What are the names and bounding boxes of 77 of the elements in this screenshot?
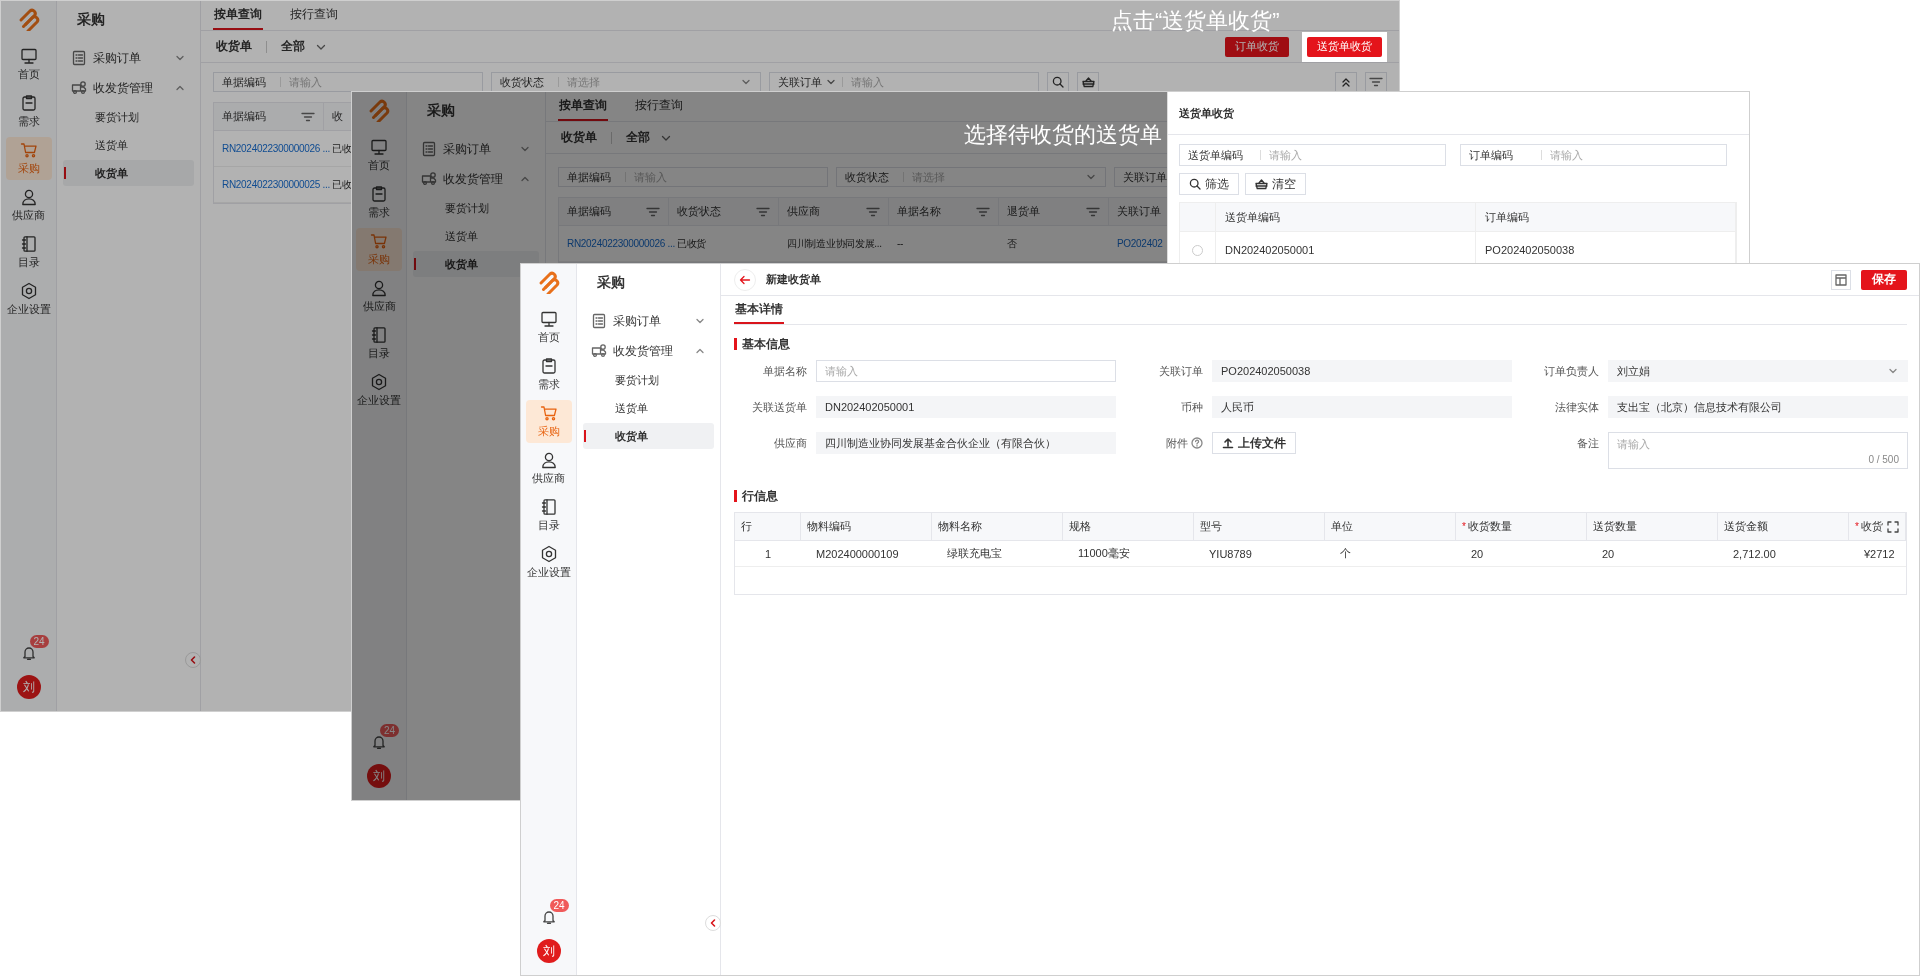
readonly-field: 人民币 [1212,396,1512,418]
hint-caption: 选择待收货的送货单 [964,122,1162,148]
field-label: 备注 [1577,435,1599,451]
column-header: 退货单 [1007,204,1040,219]
table-cell: 20 [1602,547,1615,560]
table-cell: PO202402050038 [1485,244,1575,256]
field-label: 订单负责人 [1544,363,1599,379]
column-header: 收货状态 [677,204,721,219]
column-header: 订单编码 [1485,209,1529,225]
column-header: 单据编码 [567,204,611,219]
field-label: 币种 [1181,399,1203,415]
table-cell: YIU8789 [1209,547,1252,560]
view-label: 收货单 [561,129,597,146]
char-counter: 0 / 500 [1868,454,1899,465]
view-label: 收货单 [216,38,252,55]
required-mark: * [1462,521,1466,532]
table-cell: 四川制造业协同发展... [787,236,882,251]
column-header: 送货单编码 [1225,209,1280,225]
field-label: 法律实体 [1555,399,1599,415]
readonly-field: 支出宝（北京）信息技术有限公司 [1608,396,1908,418]
notification-badge: 24 [549,899,569,912]
readonly-field: DN202402050001 [816,396,1116,418]
column-header: 规格 [1069,519,1091,534]
column-header: 物料编码 [807,519,851,534]
menu-title: 采购 [597,274,625,292]
column-header: 单据编码 [222,109,266,124]
column-header: 关联订单 [1117,204,1161,219]
table-cell: 已收货 [677,236,707,251]
field-label: 单据编码 [222,74,267,90]
menu-title: 采购 [77,11,105,29]
column-header: 行 [741,519,752,534]
column-header: 送货数量 [1593,519,1637,534]
column-header: 收货数量 [1467,519,1512,534]
field-label: 单据编码 [567,169,612,185]
menu-title: 采购 [427,102,455,120]
field-label: 收货状态 [845,169,890,185]
column-header: 单据名称 [897,204,941,219]
readonly-field: PO202402050038 [1212,360,1512,382]
section-title: 行信息 [734,490,778,502]
table-cell: 已收 [332,141,352,156]
field-label: 附件 [1166,435,1188,451]
notification-badge: 24 [380,724,400,737]
table-cell: 绿联充电宝 [947,546,1002,561]
field-label: 送货单编码 [1188,147,1244,163]
table-cell: 个 [1340,546,1351,561]
table-cell: 2,712.00 [1733,547,1776,560]
table-cell: 11000毫安 [1078,546,1130,561]
table-cell: 否 [1007,236,1017,251]
table-cell: 已收 [332,177,352,192]
field-label: 单据名称 [763,363,807,379]
column-header: 送货金额 [1724,519,1768,534]
readonly-field: 四川制造业协同发展基金合伙企业（有限合伙） [816,432,1116,454]
column-header: 物料名称 [938,519,982,534]
field-label: 订单编码 [1469,147,1514,163]
notification-badge: 24 [29,635,49,648]
table-cell: 20 [1471,547,1484,560]
field-label: 关联订单 [778,74,822,90]
column-header: 单位 [1331,519,1353,534]
field-label: 供应商 [774,435,807,451]
field-label: 关联订单 [1159,363,1203,379]
hint-caption: 点击“送货单收货” [1111,8,1280,34]
column-header: 收 [332,109,343,124]
table-cell: DN202402050001 [1225,244,1315,256]
column-header: 收货 [1860,519,1883,534]
column-header: 型号 [1200,519,1222,534]
page-title: 新建收货单 [766,272,821,287]
table-cell: 1 [764,547,772,560]
dialog-title: 送货单收货 [1179,105,1234,121]
required-mark: * [1855,521,1859,532]
field-label: 关联订单 [1123,169,1168,185]
field-label: 关联送货单 [752,399,807,415]
field-label: 收货状态 [500,74,545,90]
table-cell: ¥2712 [1864,547,1895,560]
section-title: 基本信息 [734,338,790,350]
table-cell: M202400000109 [816,547,899,560]
column-header: 供应商 [787,204,820,219]
table-cell: -- [897,238,904,249]
